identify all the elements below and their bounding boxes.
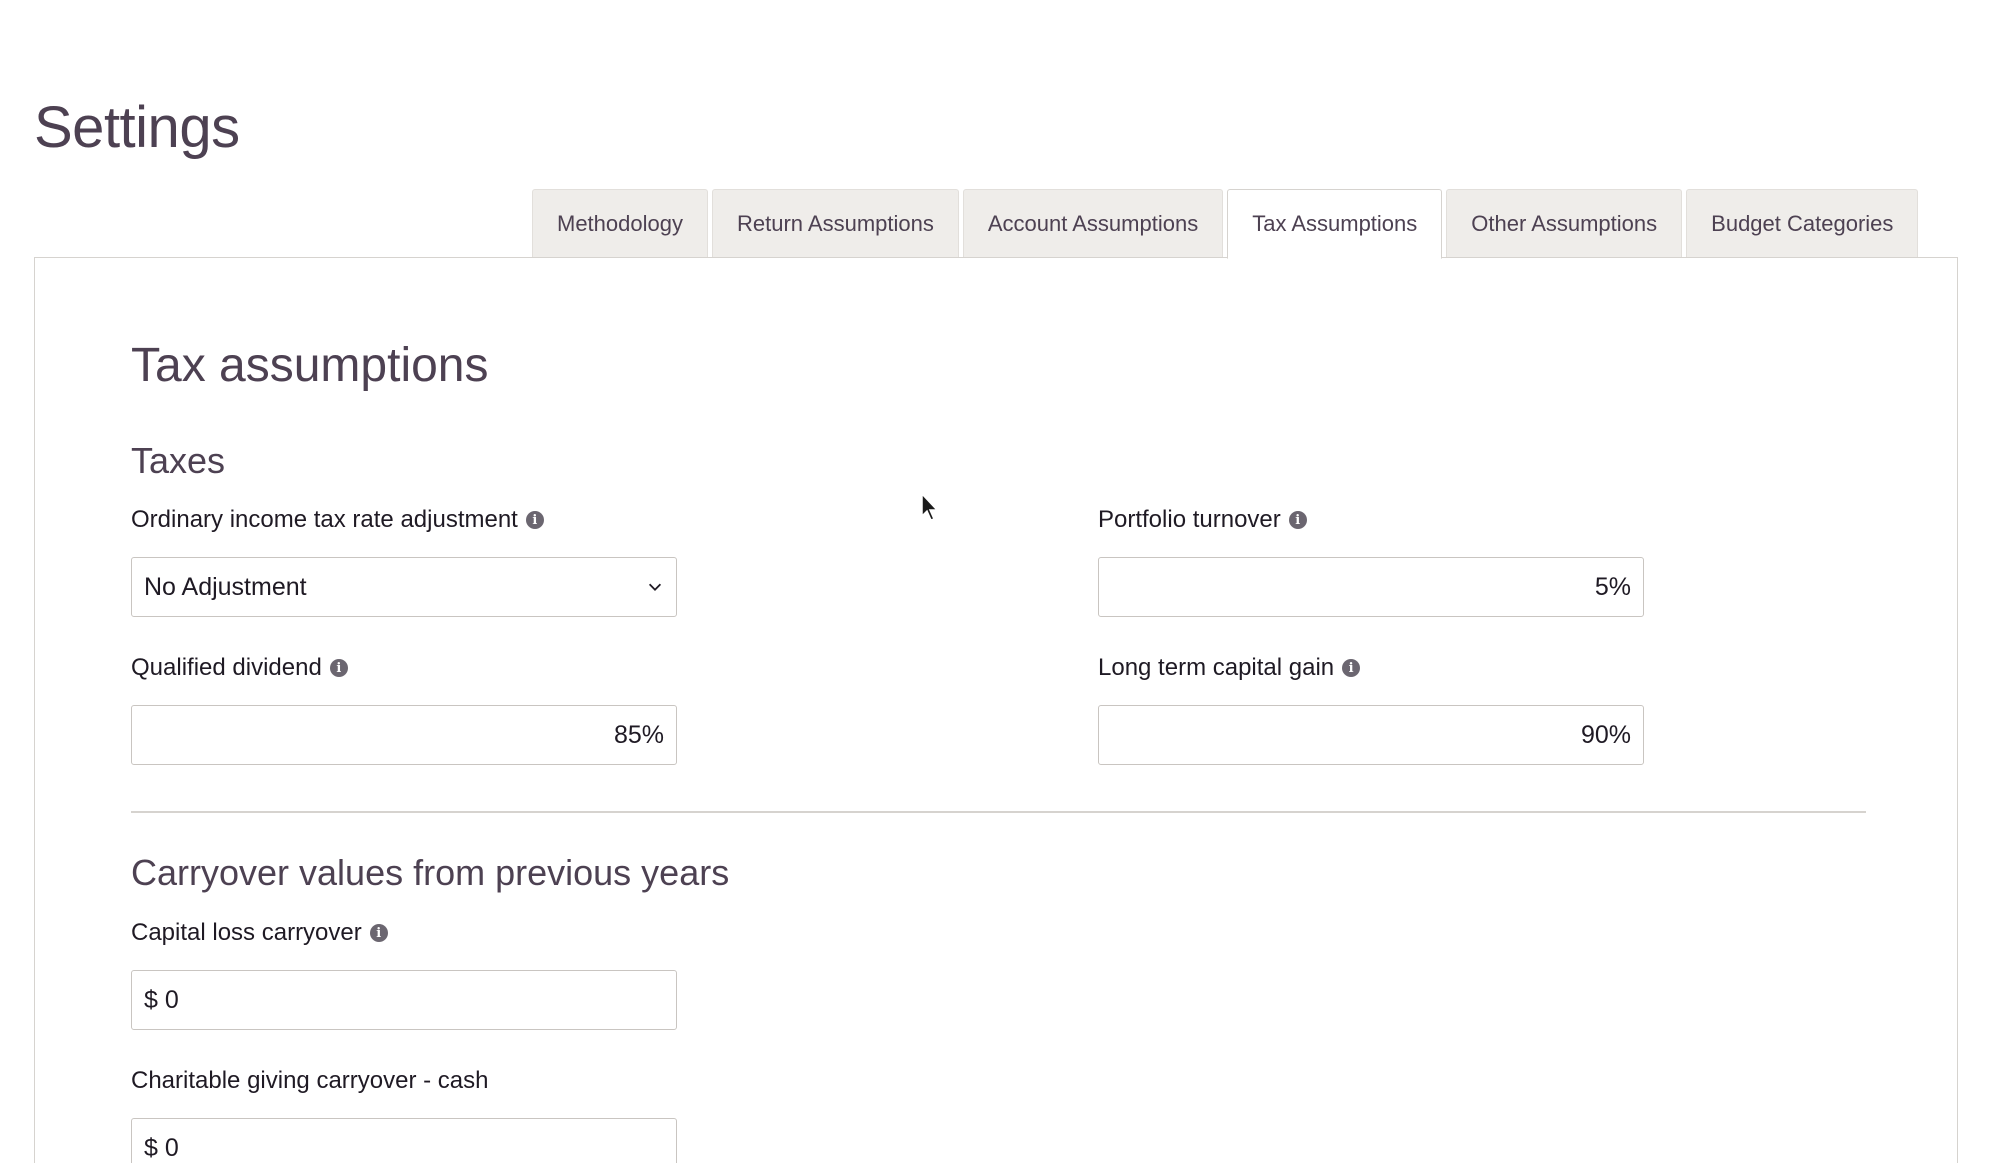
chevron-down-icon — [648, 583, 662, 591]
portfolio-turnover-label-text: Portfolio turnover — [1098, 506, 1281, 533]
info-icon[interactable]: i — [329, 659, 348, 677]
capital-loss-label: Capital loss carryover i — [131, 919, 388, 947]
charitable-cash-label: Charitable giving carryover - cash — [131, 1067, 488, 1095]
qualified-dividend-input[interactable]: 85% — [131, 705, 677, 765]
charitable-cash-value: $ 0 — [144, 1133, 179, 1162]
ordinary-income-select[interactable]: No Adjustment — [131, 557, 677, 617]
long-term-capital-gain-input[interactable]: 90% — [1098, 705, 1644, 765]
settings-tabs: Methodology Return Assumptions Account A… — [532, 189, 1919, 259]
portfolio-turnover-value: 5% — [1594, 572, 1631, 601]
tab-return-assumptions[interactable]: Return Assumptions — [711, 189, 959, 258]
tab-other-assumptions[interactable]: Other Assumptions — [1446, 189, 1683, 258]
long-term-capital-gain-label: Long term capital gain i — [1098, 654, 1361, 682]
capital-loss-value: $ 0 — [144, 985, 179, 1014]
settings-page: Settings Methodology Return Assumptions … — [0, 0, 2000, 1163]
info-icon[interactable]: i — [369, 924, 388, 942]
portfolio-turnover-label: Portfolio turnover i — [1098, 506, 1307, 534]
long-term-capital-gain-value: 90% — [1580, 720, 1631, 749]
qualified-dividend-label-text: Qualified dividend — [131, 654, 322, 681]
ordinary-income-label: Ordinary income tax rate adjustment i — [131, 506, 544, 534]
taxes-heading: Taxes — [131, 440, 226, 481]
info-icon[interactable]: i — [1342, 659, 1361, 677]
tab-methodology[interactable]: Methodology — [532, 189, 708, 258]
section-title: Tax assumptions — [131, 339, 489, 392]
long-term-capital-gain-label-text: Long term capital gain — [1098, 654, 1335, 681]
qualified-dividend-value: 85% — [613, 720, 664, 749]
portfolio-turnover-input[interactable]: 5% — [1098, 557, 1644, 617]
charitable-cash-input[interactable]: $ 0 — [131, 1118, 677, 1163]
page-title: Settings — [34, 95, 240, 160]
capital-loss-label-text: Capital loss carryover — [131, 919, 362, 946]
section-divider — [131, 811, 1866, 813]
ordinary-income-label-text: Ordinary income tax rate adjustment — [131, 506, 518, 533]
mouse-pointer-icon — [921, 492, 939, 521]
info-icon[interactable]: i — [1288, 511, 1307, 529]
carryover-heading: Carryover values from previous years — [131, 852, 730, 893]
capital-loss-input[interactable]: $ 0 — [131, 970, 677, 1030]
info-icon[interactable]: i — [525, 511, 544, 529]
ordinary-income-value: No Adjustment — [144, 572, 307, 601]
tab-budget-categories[interactable]: Budget Categories — [1686, 189, 1919, 258]
charitable-cash-label-text: Charitable giving carryover - cash — [131, 1067, 489, 1094]
tab-tax-assumptions[interactable]: Tax Assumptions — [1227, 189, 1443, 259]
qualified-dividend-label: Qualified dividend i — [131, 654, 348, 682]
tab-account-assumptions[interactable]: Account Assumptions — [962, 189, 1224, 258]
